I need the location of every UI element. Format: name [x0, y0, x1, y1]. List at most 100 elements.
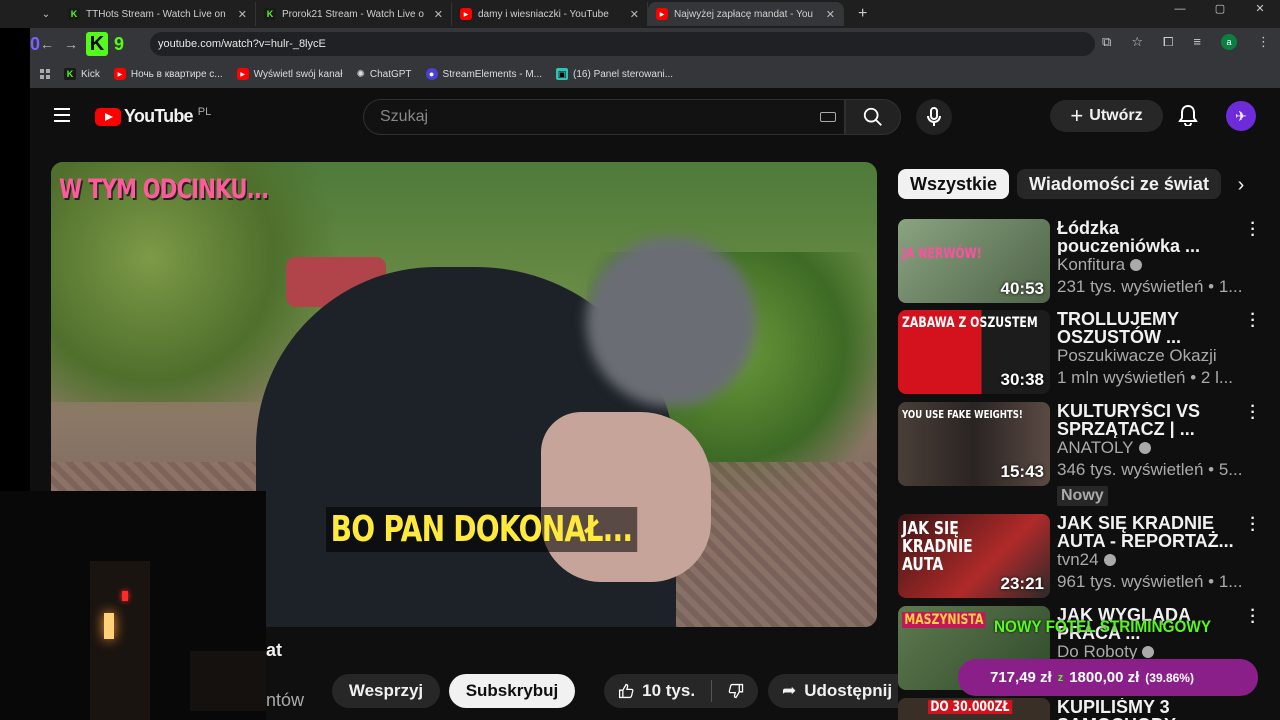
minimize-icon[interactable]: —	[1160, 0, 1200, 18]
youtube-favicon-icon: ▶	[656, 8, 668, 20]
voice-search-button[interactable]	[916, 99, 952, 135]
channel-name[interactable]: Konfitura	[1057, 255, 1143, 275]
video-duration: 15:43	[1000, 462, 1044, 481]
bookmark-item[interactable]: K Kick	[64, 68, 100, 80]
goal-target: 1800,00 zł	[1069, 669, 1140, 686]
video-duration: 40:53	[1000, 279, 1044, 298]
profile-avatar[interactable]: a	[1221, 34, 1237, 50]
webcam-lamp	[104, 613, 114, 639]
kick-favicon-icon: K	[264, 8, 276, 20]
video-thumbnail[interactable]: ZABAWA Z OSZUSTEM 30:38	[898, 310, 1050, 394]
verified-icon	[1138, 442, 1151, 454]
like-count[interactable]: 10 tys.	[642, 681, 695, 701]
video-thumbnail[interactable]: DO 30.000ZŁ	[898, 698, 1050, 720]
browser-menu-icon[interactable]: ⋮	[1257, 34, 1270, 50]
close-icon[interactable]: ✕	[238, 8, 247, 21]
recommendation-title[interactable]: JAK SIĘ KRADNIE AUTA - REPORTAŻ...	[1057, 514, 1247, 550]
video-meta: 1 mln wyświetleń • 2 l...	[1057, 368, 1234, 387]
close-icon[interactable]: ✕	[630, 8, 639, 21]
recommendation-item[interactable]: DO 30.000ZŁ KUPILIŚMY 3 SAMOCHODY	[898, 698, 1280, 720]
recommendation-item[interactable]: JAK SIĘ KRADNIE AUTA 23:21 JAK SIĘ KRADN…	[898, 511, 1280, 600]
cast-icon[interactable]: ⧉	[1102, 34, 1111, 50]
browser-tab[interactable]: K Prorok21 Stream - Watch Live o ✕	[256, 2, 452, 26]
bookmark-item[interactable]: ▣ (16) Panel sterowani...	[556, 68, 673, 80]
extensions-icon[interactable]: ⧠	[1163, 34, 1173, 50]
webcam-shelf	[190, 651, 266, 711]
chatgpt-icon: ✺	[356, 68, 365, 80]
panel-icon: ▣	[556, 68, 569, 80]
bookmark-item[interactable]: ▶ Ночь в квартире с...	[113, 68, 223, 80]
recommendation-item[interactable]: JA NERWÓW! 40:53 Łódzka pouczeniówka ...…	[898, 216, 1280, 305]
like-thumb-icon[interactable]	[618, 681, 634, 701]
close-icon[interactable]: ✕	[826, 8, 835, 21]
youtube-logo[interactable]: YouTube PL	[95, 106, 211, 127]
youtube-logo-text: YouTube	[124, 106, 194, 126]
more-options-icon[interactable]: · · ·	[1248, 603, 1258, 631]
url-field[interactable]: youtube.com/watch?v=hulr-_8lycE	[150, 32, 1095, 56]
bookmark-item[interactable]: ● StreamElements - M...	[425, 68, 543, 80]
browser-tab-active[interactable]: ▶ Najwyżej zapłacę mandat - You ✕	[648, 2, 844, 26]
bookmark-item[interactable]: ▶ Wyświetl swój kanał	[236, 68, 342, 80]
goal-kick-icon: z	[1057, 671, 1064, 684]
close-icon[interactable]: ✕	[434, 8, 443, 21]
more-options-icon[interactable]: · · ·	[1248, 307, 1258, 335]
bookmark-label: Kick	[81, 68, 100, 80]
recommendation-title[interactable]: Łódzka pouczeniówka ...	[1057, 219, 1247, 255]
video-title: at	[266, 640, 283, 660]
channel-name[interactable]: Poszukiwacze Okazji	[1057, 346, 1217, 366]
close-window-icon[interactable]: ✕	[1240, 0, 1280, 18]
maximize-icon[interactable]: ▢	[1200, 0, 1240, 18]
more-options-icon[interactable]: · · ·	[1248, 511, 1258, 539]
video-duration: 30:38	[1000, 370, 1044, 389]
apps-grid-icon[interactable]	[40, 69, 50, 79]
kick-stream-overlay: 0 K 9	[30, 32, 124, 56]
share-button[interactable]: ➦ Udostępnij	[768, 674, 898, 708]
new-tab-plus-icon[interactable]: +	[858, 5, 867, 23]
media-queue-icon[interactable]: ≡	[1193, 34, 1201, 50]
tab-title: TTHots Stream - Watch Live on	[86, 8, 226, 20]
tab-search-icon[interactable]: ⌄	[32, 3, 60, 25]
chip-all[interactable]: Wszystkie	[898, 169, 1010, 199]
youtube-header: YouTube PL + Utwórz ✈	[30, 88, 1280, 144]
recommendation-item[interactable]: ZABAWA Z OSZUSTEM 30:38 TROLLUJEMY OSZUS…	[898, 307, 1280, 396]
thumbnail-label: ZABAWA Z OSZUSTEM	[902, 315, 1038, 331]
dislike-thumb-icon[interactable]	[728, 681, 744, 701]
browser-tab[interactable]: K TTHots Stream - Watch Live on ✕	[60, 2, 256, 26]
verified-icon	[1130, 259, 1143, 271]
video-thumbnail[interactable]: JAK SIĘ KRADNIE AUTA 23:21	[898, 514, 1050, 598]
subscriber-count: ntów	[266, 690, 305, 710]
browser-tab[interactable]: ▶ damy i wiesniaczki - YouTube ✕	[452, 2, 648, 26]
subscribe-button[interactable]: Subskrybuj	[449, 674, 575, 708]
search-input[interactable]	[364, 100, 844, 134]
tab-title: Najwyżej zapłacę mandat - You	[674, 8, 813, 20]
video-thumbnail[interactable]: YOU USE FAKE WEIGHTS! 15:43	[898, 402, 1050, 486]
chip-world-news[interactable]: Wiadomości ze świat	[1017, 169, 1221, 199]
bookmark-star-icon[interactable]: ☆	[1131, 34, 1143, 50]
create-button[interactable]: + Utwórz	[1050, 100, 1163, 132]
chevron-right-icon[interactable]: ›	[1226, 170, 1256, 200]
verified-icon	[1103, 554, 1116, 566]
channel-name[interactable]: ANATOLY	[1057, 438, 1151, 458]
recommendation-title[interactable]: KULTURYŚCI VS SPRZĄTACZ | ...	[1057, 402, 1247, 438]
recommendation-item[interactable]: YOU USE FAKE WEIGHTS! 15:43 KULTURYŚCI V…	[898, 399, 1280, 506]
more-options-icon[interactable]: · · ·	[1248, 399, 1258, 427]
notifications-bell-icon[interactable]	[1178, 104, 1198, 131]
share-arrow-icon: ➦	[782, 681, 797, 700]
account-avatar[interactable]: ✈	[1226, 101, 1256, 131]
keyboard-icon[interactable]	[820, 112, 836, 122]
bookmark-item[interactable]: ✺ ChatGPT	[356, 69, 411, 80]
support-button[interactable]: Wesprzyj	[332, 674, 440, 708]
search-button[interactable]	[845, 99, 901, 135]
recommendation-title[interactable]: TROLLUJEMY OSZUSTÓW ...	[1057, 310, 1247, 346]
recommendation-title[interactable]: KUPILIŚMY 3 SAMOCHODY	[1057, 698, 1247, 720]
more-options-icon[interactable]: · · ·	[1248, 216, 1258, 244]
webcam-door	[90, 561, 150, 720]
subscribe-label: Subskrybuj	[465, 681, 559, 700]
hamburger-menu-icon[interactable]	[54, 108, 70, 122]
video-thumbnail[interactable]: JA NERWÓW! 40:53	[898, 219, 1050, 303]
channel-label: Poszukiwacze Okazji	[1057, 346, 1217, 365]
bookmark-label: StreamElements - M...	[442, 68, 543, 80]
filter-chips: Wszystkie Wiadomości ze świat	[898, 169, 1280, 201]
channel-name[interactable]: tvn24	[1057, 550, 1116, 570]
microphone-icon	[927, 107, 941, 126]
